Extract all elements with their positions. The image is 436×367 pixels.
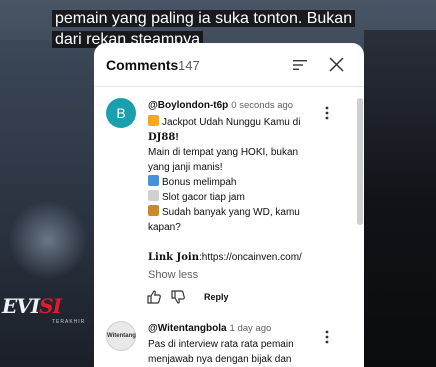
close-icon[interactable] — [328, 56, 345, 73]
comment-line: kapan? — [148, 222, 181, 233]
video-background-player — [364, 30, 436, 367]
gift-emoji-icon — [148, 175, 159, 186]
comment-line: Main di tempat yang HOKI, bukan — [148, 147, 299, 158]
comment-line: Slot gacor tiap jam — [148, 190, 318, 205]
comment-line: Bonus melimpah — [148, 175, 318, 190]
video-background-light — [8, 200, 88, 280]
moneybag-emoji-icon — [148, 205, 159, 216]
show-less-button[interactable]: Show less — [148, 269, 198, 281]
comment-line: DJ88! — [148, 132, 179, 143]
comment-line: menjawab nya dengan bijak dan — [148, 354, 292, 365]
channel-logo-accent: SI — [39, 294, 62, 318]
more-vert-icon[interactable] — [324, 106, 330, 120]
thumb-up-icon[interactable] — [146, 289, 162, 305]
channel-logo-prefix: EVI — [2, 294, 40, 318]
reply-button[interactable]: Reply — [204, 292, 229, 302]
scrollbar-thumb[interactable] — [357, 98, 363, 225]
avatar[interactable]: Witentang — [106, 321, 136, 351]
channel-logo-subtitle: TERAKHIR — [52, 319, 86, 325]
comment-time[interactable]: 1 day ago — [230, 323, 272, 334]
comment-line: yang janji manis! — [148, 162, 223, 173]
channel-logo: EVISI — [2, 294, 62, 318]
more-vert-icon[interactable] — [324, 330, 330, 344]
comments-header: Comments 147 — [94, 43, 364, 87]
subtitle-line-1: pemain yang paling ia suka tonton. Bukan — [52, 10, 356, 27]
comment-body: Pas di interview rata rata pemain menjaw… — [148, 337, 318, 367]
comment-author[interactable]: @Witentangbola — [148, 323, 227, 334]
explosion-emoji-icon — [148, 115, 159, 126]
comment-meta: @Boylondon-t6p 0 seconds ago — [148, 99, 293, 111]
sort-icon[interactable] — [292, 57, 308, 73]
comment-line: Sudah banyak yang WD, kamu — [148, 205, 318, 220]
comments-title: Comments — [106, 57, 179, 73]
chart-emoji-icon — [148, 190, 159, 201]
comment-author[interactable]: @Boylondon-t6p — [148, 100, 228, 111]
avatar[interactable]: B — [106, 98, 136, 128]
comment-time[interactable]: 0 seconds ago — [231, 100, 293, 111]
comment-line-blank — [148, 235, 318, 250]
comment-line: Pas di interview rata rata pemain — [148, 339, 294, 350]
comment-line: Jackpot Udah Nunggu Kamu di — [148, 115, 318, 130]
comments-panel: Comments 147 B @Boylondon-t6p 0 seconds a… — [94, 43, 364, 367]
comments-count: 147 — [178, 58, 200, 73]
comment-body: Jackpot Udah Nunggu Kamu di DJ88! Main d… — [148, 115, 318, 265]
comment-meta: @Witentangbola 1 day ago — [148, 322, 271, 334]
thumb-down-icon[interactable] — [170, 289, 186, 305]
comment-line: Link Join:https://oncainven.com/ — [148, 252, 302, 263]
